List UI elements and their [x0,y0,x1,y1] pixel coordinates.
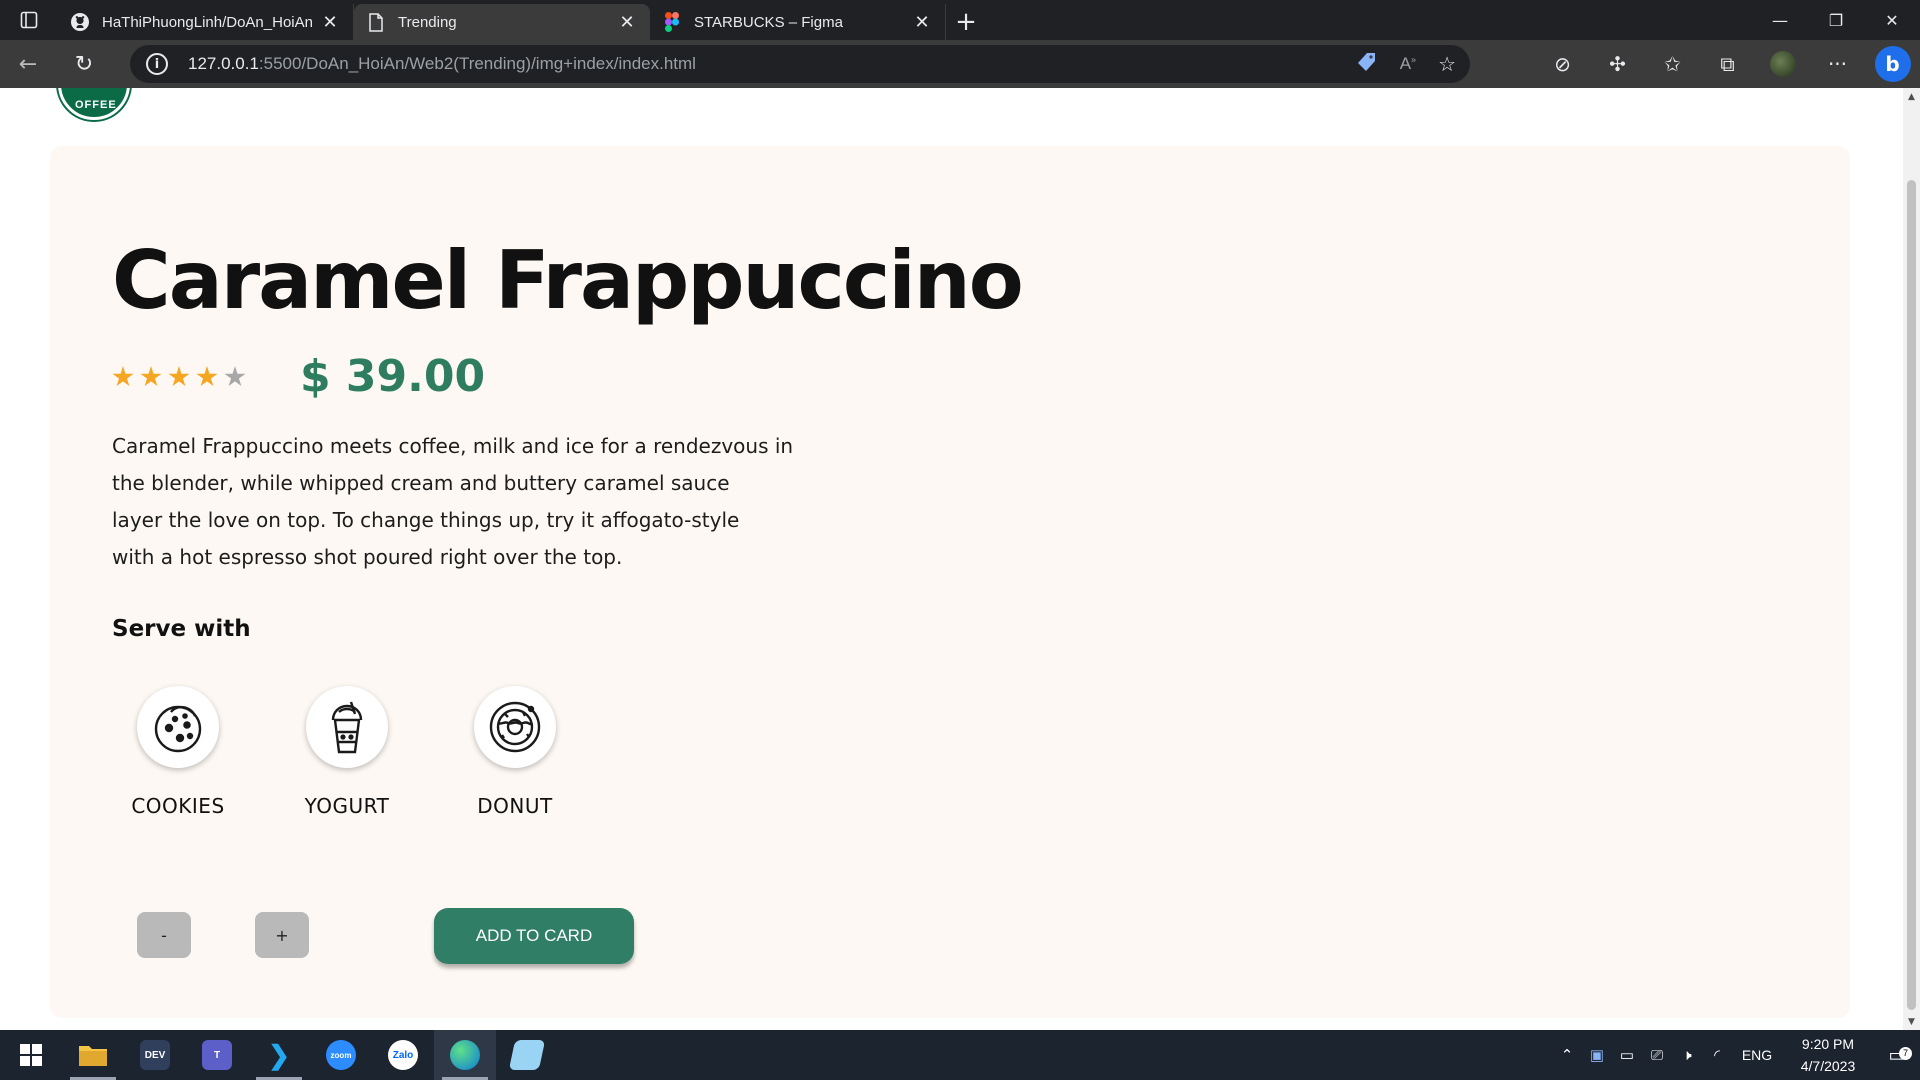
close-icon[interactable]: ✕ [911,11,933,33]
tab-title: Trending [398,13,457,31]
serve-item-label: DONUT [477,794,553,818]
product-description: Caramel Frappuccino meets coffee, milk a… [112,428,812,576]
profile-avatar[interactable] [1755,40,1810,88]
compass-icon[interactable]: ⊘ [1535,40,1590,88]
tab-figma[interactable]: STARBUCKS – Figma ✕ [650,4,946,40]
tab-github[interactable]: HaThiPhuongLinh/DoAn_HoiAn ✕ [58,4,354,40]
cookie-icon[interactable] [137,686,219,768]
read-aloud-icon[interactable]: A» [1400,54,1416,74]
language-indicator[interactable]: ENG [1732,1047,1782,1063]
browser-toolbar: ← ↻ i 127.0.0.1:5500/DoAn_HoiAn/Web2(Tre… [0,40,1920,88]
shopping-tag-icon[interactable] [1356,51,1378,77]
star-icon [224,366,246,387]
system-tray: ⌃ ▣ ▭ ⎚ 🕨 ◜ ENG 9:20 PM 4/7/2023 ▭ 7 [1552,1030,1920,1080]
collections-icon[interactable]: ⧉ [1700,40,1755,88]
serve-item-label: YOGURT [304,794,390,818]
browser-tab-bar: HaThiPhuongLinh/DoAn_HoiAn ✕ Trending ✕ … [0,0,1920,40]
favorites-icon[interactable]: ✩ [1645,40,1700,88]
site-info-icon[interactable]: i [146,53,168,75]
zalo-icon[interactable]: Zalo [372,1030,434,1080]
scrollbar-thumb[interactable] [1907,180,1916,1010]
description-line: Caramel Frappuccino meets coffee, milk a… [112,434,794,458]
back-icon[interactable]: ← [0,40,56,88]
increase-quantity-button[interactable]: + [255,912,309,958]
serve-item-donut[interactable]: DONUT [450,686,580,818]
product-price: $ 39.00 [300,351,486,402]
close-icon[interactable]: ✕ [616,11,638,33]
vscode-icon[interactable]: ❯ [248,1030,310,1080]
tab-title: STARBUCKS – Figma [694,13,843,31]
page-viewport: OFFEE Caramel Frappuccino $ 39.00 Carame… [0,88,1903,1030]
logo-text: OFFEE [75,99,117,111]
figma-icon [662,12,682,32]
minimize-icon[interactable]: — [1752,0,1808,40]
description-line: the blender, while whipped cream and but… [112,471,730,495]
zoom-icon[interactable]: zoom [310,1030,372,1080]
add-favorite-icon[interactable]: ☆ [1438,52,1456,76]
chevron-up-icon[interactable]: ⌃ [1552,1046,1582,1064]
close-icon[interactable]: ✕ [319,11,341,33]
product-card: Caramel Frappuccino $ 39.00 Caramel Frap… [50,146,1850,1018]
product-title: Caramel Frappuccino [112,234,1024,327]
battery-icon[interactable]: ▭ [1612,1046,1642,1064]
url-path: :5500/DoAn_HoiAn/Web2(Trending)/img+inde… [258,54,696,73]
page-scrollbar[interactable]: ▲ ▼ [1903,88,1920,1030]
notepad-icon[interactable] [496,1030,558,1080]
clock[interactable]: 9:20 PM 4/7/2023 [1782,1033,1874,1077]
window-controls: — ❐ ✕ [1752,0,1920,40]
description-line: with a hot espresso shot poured right ov… [112,545,623,569]
add-to-card-button[interactable]: ADD TO CARD [434,908,634,964]
windows-taskbar: DEV T ❯ zoom Zalo ⌃ ▣ ▭ ⎚ 🕨 ◜ ENG 9:20 P… [0,1030,1920,1080]
url-text[interactable]: 127.0.0.1:5500/DoAn_HoiAn/Web2(Trending)… [188,54,696,74]
donut-icon[interactable] [474,686,556,768]
tab-trending[interactable]: Trending ✕ [354,4,650,40]
yogurt-cup-icon[interactable] [306,686,388,768]
decrease-quantity-button[interactable]: - [137,912,191,958]
refresh-icon[interactable]: ↻ [56,40,112,88]
new-tab-button[interactable]: + [946,4,986,40]
star-icon [112,366,134,387]
clock-time: 9:20 PM [1801,1036,1855,1052]
scroll-up-icon[interactable]: ▲ [1903,88,1920,105]
file-explorer-icon[interactable] [62,1030,124,1080]
address-bar[interactable]: i 127.0.0.1:5500/DoAn_HoiAn/Web2(Trendin… [130,45,1470,83]
close-window-icon[interactable]: ✕ [1864,0,1920,40]
extensions-icon[interactable]: ✣ [1590,40,1645,88]
tray-app-icon[interactable]: ▣ [1582,1046,1612,1064]
serve-item-label: COOKIES [131,794,225,818]
star-icon [196,366,218,387]
page-icon [366,12,386,32]
serve-item-yogurt[interactable]: YOGURT [282,686,412,818]
url-host: 127.0.0.1 [188,54,259,73]
rating-stars [112,366,246,388]
description-line: layer the love on top. To change things … [112,508,740,532]
more-icon[interactable]: ··· [1810,40,1865,88]
edge-icon[interactable] [434,1030,496,1080]
wifi-icon[interactable]: ◜ [1702,1046,1732,1064]
serve-item-cookies[interactable]: COOKIES [113,686,243,818]
display-icon[interactable]: ⎚ [1642,1047,1672,1064]
teams-icon[interactable]: T [186,1030,248,1080]
address-bar-actions: A» ☆ [1356,45,1456,83]
bing-icon[interactable]: b [1865,40,1920,88]
toolbar-right: ⊘ ✣ ✩ ⧉ ··· b [1535,40,1920,88]
notification-count: 7 [1899,1046,1912,1060]
star-icon [168,366,190,387]
notification-icon[interactable]: ▭ 7 [1874,1045,1920,1066]
scroll-down-icon[interactable]: ▼ [1903,1013,1920,1030]
star-icon [140,366,162,387]
dev-app-icon[interactable]: DEV [124,1030,186,1080]
github-icon [70,12,90,32]
restore-icon[interactable]: ❐ [1808,0,1864,40]
volume-muted-icon[interactable]: 🕨 [1672,1047,1702,1064]
starbucks-logo[interactable]: OFFEE [58,88,130,120]
clock-date: 4/7/2023 [1800,1058,1856,1074]
tab-title: HaThiPhuongLinh/DoAn_HoiAn [102,13,313,31]
start-icon[interactable] [0,1030,62,1080]
tab-actions-icon[interactable] [0,0,58,40]
serve-with-title: Serve with [112,616,251,642]
